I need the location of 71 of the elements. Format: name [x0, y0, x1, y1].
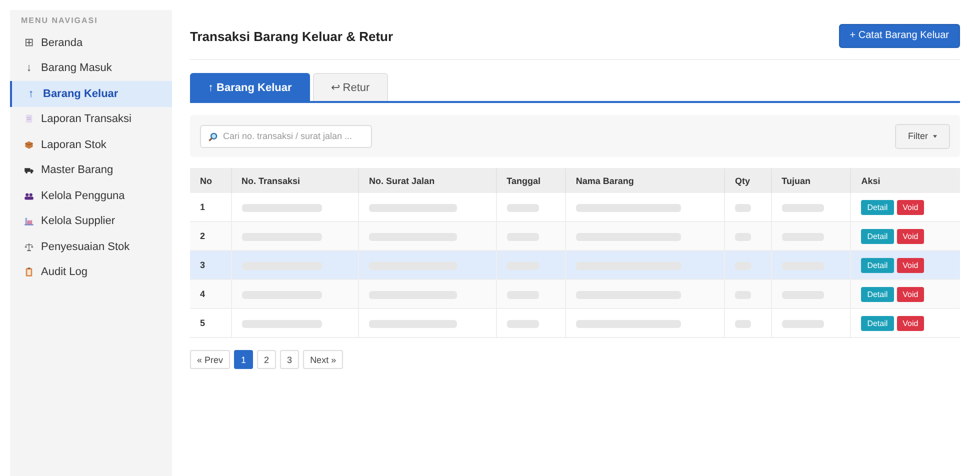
page-button[interactable]: « Prev [190, 350, 230, 369]
page-title: Transaksi Barang Keluar & Retur [190, 28, 394, 44]
scale-icon [24, 242, 34, 252]
menu-glyph: ⊞ [24, 36, 34, 50]
void-button[interactable]: Void [896, 200, 924, 214]
document-icon [24, 114, 34, 124]
truck-icon [24, 165, 34, 176]
table-row[interactable]: 3 Detail Void [190, 250, 960, 280]
search-field[interactable]: Cari no. transaksi / surat jalan ... [200, 124, 372, 148]
menu-glyph: ↑ [27, 88, 35, 100]
page-button[interactable]: 1 [234, 350, 254, 369]
menu-label: Barang Keluar [43, 88, 118, 100]
menu-label: Beranda [41, 36, 83, 49]
add-button[interactable]: + Catat Barang Keluar [838, 24, 960, 48]
skeleton-bar [506, 320, 539, 328]
table-row[interactable]: 5 Detail Void [190, 308, 960, 338]
filter-button[interactable]: Filter [895, 124, 950, 148]
menu-label: Penyesuaian Stok [41, 240, 130, 253]
table-cell: 5 [190, 308, 232, 338]
column-header: Nama Barang [565, 168, 724, 193]
column-header: Qty [724, 168, 772, 193]
table-row[interactable]: 4 Detail Void [190, 280, 960, 308]
column-header: Aksi [850, 168, 960, 193]
factory-icon [24, 216, 34, 226]
table-cell: 2 [190, 222, 232, 250]
tab[interactable]: ↑ Barang Keluar [190, 73, 310, 101]
menu-label: Barang Masuk [41, 62, 112, 74]
sidebar-item[interactable]: ↑ Barang Keluar [10, 81, 172, 106]
void-button[interactable]: Void [896, 228, 924, 244]
table-row[interactable]: 2 Detail Void [190, 222, 960, 250]
clipboard-icon [24, 267, 34, 278]
page-button[interactable]: 3 [280, 350, 300, 369]
menu-label: Audit Log [41, 266, 88, 278]
sidebar-item[interactable]: Laporan Stok [10, 132, 172, 158]
menu-label: Laporan Transaksi [41, 113, 132, 126]
skeleton-bar [782, 320, 824, 328]
void-button[interactable]: Void [896, 316, 924, 330]
menu-label: Laporan Stok [41, 138, 106, 151]
sidebar-item[interactable]: Penyesuaian Stok [10, 234, 172, 260]
sidebar-item[interactable]: Laporan Transaksi [10, 106, 172, 132]
skeleton-bar [782, 204, 824, 212]
table-cell: 4 [190, 280, 232, 308]
menu-label: Kelola Pengguna [41, 190, 125, 202]
table-cell: 3 [190, 250, 232, 280]
sidebar-item[interactable]: Audit Log [10, 260, 172, 285]
tab[interactable]: ↩ Retur [312, 73, 388, 101]
sidebar-item[interactable]: Master Barang [10, 158, 172, 183]
table-row[interactable]: 1 Detail Void [190, 193, 960, 222]
skeleton-bar [734, 320, 751, 328]
menu-label: Kelola Supplier [41, 215, 115, 228]
page-button[interactable]: 2 [257, 350, 276, 369]
page-button[interactable]: Next » [303, 350, 344, 369]
column-header: No [190, 168, 232, 193]
void-button[interactable]: Void [896, 286, 924, 302]
menu-label: Master Barang [41, 164, 114, 176]
void-button[interactable]: Void [896, 258, 924, 272]
sidebar-item[interactable]: ↓ Barang Masuk [10, 56, 172, 81]
people-icon [24, 190, 34, 201]
column-header: No. Transaksi [231, 168, 359, 193]
skeleton-bar [734, 204, 751, 212]
column-header: No. Surat Jalan [358, 168, 496, 193]
skeleton-bar [506, 204, 539, 212]
column-header: Tanggal [496, 168, 566, 193]
caret-icon [933, 134, 937, 138]
sidebar-heading: MENU NAVIGASI [20, 16, 99, 27]
sidebar-item[interactable]: Kelola Pengguna [10, 183, 172, 208]
column-header: Tujuan [771, 168, 851, 193]
menu-glyph: ↓ [25, 62, 33, 74]
sidebar-item[interactable]: ⊞ Beranda [10, 30, 172, 56]
sidebar-item[interactable]: Kelola Supplier [10, 208, 172, 234]
box-icon [24, 140, 34, 150]
